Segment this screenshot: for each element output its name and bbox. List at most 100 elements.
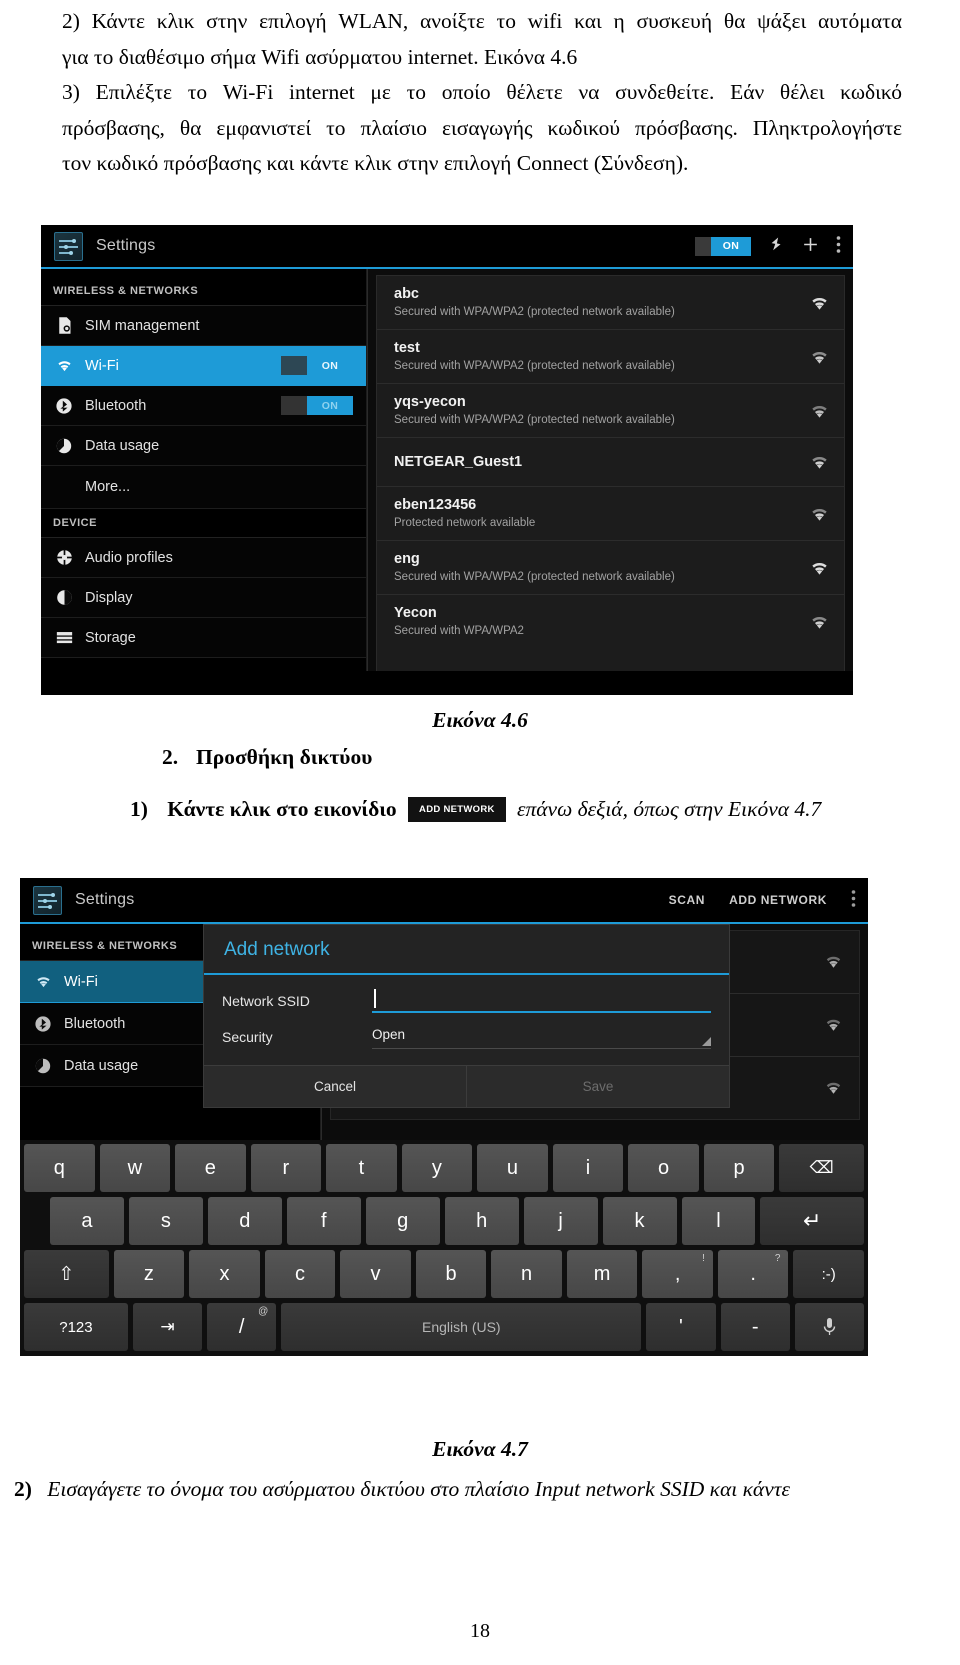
network-status: Secured with WPA/WPA2 (protected network… (394, 360, 675, 372)
wifi-signal-icon (824, 1018, 845, 1033)
sidebar-item-display[interactable]: Display (41, 578, 366, 618)
network-ssid: yqs-yecon (394, 394, 466, 410)
save-button[interactable]: Save (466, 1066, 729, 1107)
slash-key[interactable]: @ / (207, 1303, 277, 1351)
settings-body: WIRELESS & NETWORKS SIM management Wi-Fi… (41, 269, 853, 695)
network-ssid: eng (394, 551, 420, 567)
key-s[interactable]: s (128, 1197, 203, 1245)
scan-button[interactable]: SCAN (669, 893, 705, 907)
sidebar-item-wifi[interactable]: Wi-Fi ON (41, 346, 366, 386)
shift-key-icon[interactable]: ⇧ (24, 1250, 109, 1298)
symbols-key[interactable]: ?123 (24, 1303, 128, 1351)
network-ssid: NETGEAR_Guest1 (394, 454, 523, 470)
figure-caption-46: Εικόνα 4.6 (432, 708, 528, 732)
key-p[interactable]: p (703, 1144, 775, 1192)
key-n[interactable]: n (491, 1250, 562, 1298)
key-k[interactable]: k (602, 1197, 677, 1245)
add-network-button-chip[interactable]: ADD NETWORK (408, 796, 506, 822)
sidebar-item-more[interactable]: More... (41, 466, 366, 509)
overflow-menu-icon[interactable] (836, 235, 841, 257)
network-row[interactable]: eng Secured with WPA/WPA2 (protected net… (377, 541, 844, 595)
network-row[interactable]: abc Secured with WPA/WPA2 (protected net… (377, 276, 844, 330)
key-u[interactable]: u (477, 1144, 548, 1192)
key-l[interactable]: l (681, 1197, 756, 1245)
key-a[interactable]: a (50, 1197, 124, 1245)
key-y[interactable]: y (401, 1144, 473, 1192)
key-x[interactable]: x (189, 1250, 260, 1298)
network-row[interactable]: yqs-yecon Secured with WPA/WPA2 (protect… (377, 384, 844, 438)
key-o[interactable]: o (628, 1144, 699, 1192)
backspace-key-icon[interactable]: ⌫ (779, 1144, 864, 1192)
key-e[interactable]: e (175, 1144, 246, 1192)
sidebar-item-audio-profiles[interactable]: Audio profiles (41, 538, 366, 578)
add-network-button[interactable]: ADD NETWORK (729, 893, 827, 907)
action-bar-actions: ON (695, 234, 853, 259)
space-key[interactable]: English (US) (281, 1303, 642, 1351)
settings-sidebar: WIRELESS & NETWORKS SIM management Wi-Fi… (41, 269, 367, 695)
sidebar-item-storage[interactable]: Storage (41, 618, 366, 658)
key-comma[interactable]: ! , (642, 1250, 713, 1298)
key-g[interactable]: g (365, 1197, 440, 1245)
key-q[interactable]: q (24, 1144, 95, 1192)
cancel-button[interactable]: Cancel (204, 1066, 466, 1107)
dash-key[interactable]: - (720, 1303, 790, 1351)
plus-icon[interactable] (801, 234, 820, 259)
key-z[interactable]: z (113, 1250, 185, 1298)
network-row[interactable]: NETGEAR_Guest1 (377, 438, 844, 487)
key-i[interactable]: i (552, 1144, 624, 1192)
dialog-title: Add network (224, 939, 330, 960)
sidebar-item-sim-management[interactable]: SIM management (41, 306, 366, 346)
network-row[interactable]: eben123456 Protected network available (377, 487, 844, 541)
apostrophe-key[interactable]: ' (646, 1303, 716, 1351)
bluetooth-icon (32, 1015, 54, 1032)
wifi-signal-icon (809, 349, 830, 364)
intro-paragraphs: 2) Κάντε κλικ στην επιλογή WLAN, ανοίξτε… (62, 4, 902, 182)
dropdown-arrow-icon (702, 1037, 711, 1046)
key-period[interactable]: ? . (717, 1250, 789, 1298)
sidebar-item-bluetooth[interactable]: Bluetooth ON (41, 386, 366, 426)
key-r[interactable]: r (250, 1144, 322, 1192)
security-select[interactable]: Open (372, 1027, 711, 1049)
step-1-number: 1) (130, 797, 148, 821)
key-d[interactable]: d (207, 1197, 282, 1245)
network-status: Secured with WPA/WPA2 (protected network… (394, 571, 675, 583)
paragraph-line: τον κωδικό πρόσβασης και κάντε κλικ στην… (62, 151, 689, 175)
network-ssid-input[interactable] (372, 989, 711, 1013)
key-m[interactable]: m (566, 1250, 638, 1298)
network-status: Protected network available (394, 517, 536, 529)
emoji-key[interactable]: :-) (793, 1250, 864, 1298)
tab-key-icon[interactable]: ⇥ (132, 1303, 203, 1351)
keyboard-row-1: q w e r t y u i o p ⌫ (24, 1144, 864, 1192)
data-usage-icon (32, 1058, 54, 1074)
network-row[interactable]: test Secured with WPA/WPA2 (protected ne… (377, 330, 844, 384)
key-t[interactable]: t (326, 1144, 397, 1192)
page-number: 18 (470, 1620, 490, 1642)
wifi-master-toggle[interactable]: ON (695, 236, 751, 256)
key-j[interactable]: j (523, 1197, 598, 1245)
scan-refresh-icon[interactable] (767, 235, 785, 257)
step-1-text-after: επάνω δεξιά, όπως στην Εικόνα 4.7 (517, 797, 822, 821)
enter-key-icon[interactable]: ↵ (760, 1197, 864, 1245)
key-b[interactable]: b (415, 1250, 487, 1298)
network-ssid-label: Network SSID (222, 993, 310, 1009)
sidebar-item-label: Bluetooth (64, 1015, 126, 1032)
display-icon (53, 589, 75, 606)
mic-icon[interactable] (794, 1303, 865, 1351)
on-screen-keyboard: q w e r t y u i o p ⌫ a s d f g h j k l … (20, 1140, 868, 1356)
wifi-row-toggle[interactable]: ON (281, 356, 353, 375)
key-c[interactable]: c (264, 1250, 336, 1298)
sidebar-item-label: More... (85, 479, 131, 495)
key-v[interactable]: v (340, 1250, 411, 1298)
network-row[interactable]: Yecon Secured with WPA/WPA2 (377, 595, 844, 648)
key-h[interactable]: h (444, 1197, 519, 1245)
key-f[interactable]: f (286, 1197, 361, 1245)
text-caret (374, 989, 376, 1008)
paragraph-line: για το διαθέσιμο σήμα Wifi ασύρματου int… (62, 44, 578, 69)
keyboard-row-2: a s d f g h j k l ↵ (24, 1197, 864, 1245)
sim-card-icon (53, 317, 75, 334)
wifi-signal-icon (809, 403, 830, 418)
bluetooth-row-toggle[interactable]: ON (281, 396, 353, 415)
sidebar-item-data-usage[interactable]: Data usage (41, 426, 366, 466)
overflow-menu-icon[interactable] (851, 889, 856, 911)
key-w[interactable]: w (99, 1144, 171, 1192)
